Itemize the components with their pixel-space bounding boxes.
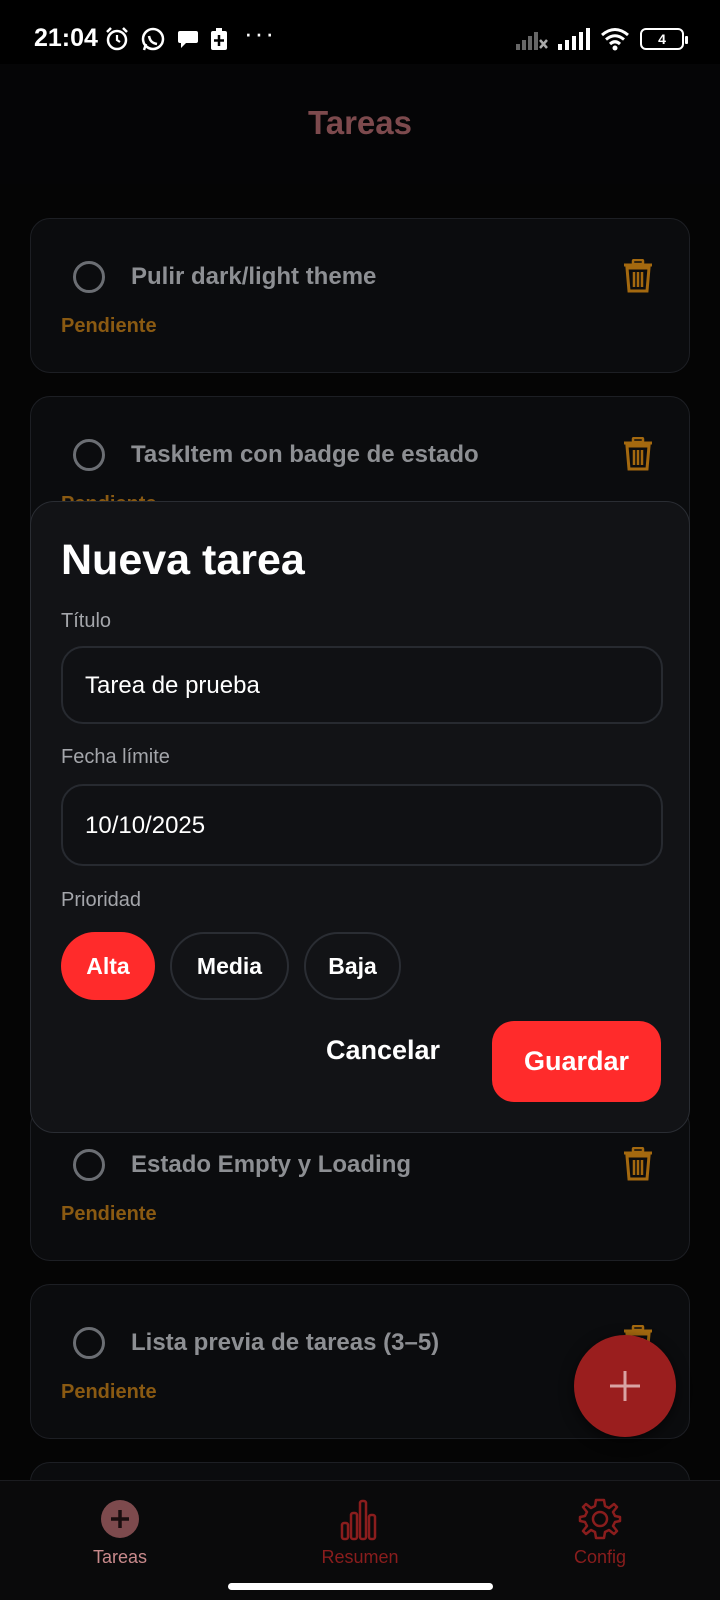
trash-icon[interactable]: [623, 1147, 653, 1181]
gear-icon: [578, 1498, 622, 1540]
task-complete-radio[interactable]: [73, 439, 105, 471]
nav-item-tareas[interactable]: Tareas: [40, 1481, 200, 1581]
status-bar: 21:04 ··· 4: [0, 0, 720, 64]
wifi-icon: [601, 28, 629, 51]
add-circle-icon: [101, 1500, 139, 1538]
priority-chip-baja[interactable]: Baja: [304, 932, 401, 1000]
date-input[interactable]: 10/10/2025: [61, 784, 663, 866]
bottom-navigation: Tareas Resumen Config: [0, 1480, 720, 1600]
add-task-fab[interactable]: [574, 1335, 676, 1437]
status-time: 21:04: [34, 24, 98, 52]
trash-icon[interactable]: [623, 437, 653, 471]
priority-chip-media[interactable]: Media: [170, 932, 289, 1000]
battery-level: 4: [658, 31, 666, 47]
battery-saver-icon: [211, 28, 227, 50]
task-title: TaskItem con badge de estado: [131, 441, 479, 468]
priority-chip-alta[interactable]: Alta: [61, 932, 155, 1000]
nav-label-tareas: Tareas: [92, 1547, 148, 1567]
task-title: Pulir dark/light theme: [131, 263, 377, 290]
notification-icons: [104, 24, 228, 54]
nav-item-config[interactable]: Config: [520, 1481, 680, 1581]
title-field-label: Título: [61, 610, 112, 632]
system-icons: 4: [516, 26, 688, 52]
alarm-icon: [106, 27, 128, 51]
more-notifications-icon: ···: [244, 18, 276, 48]
gesture-bar[interactable]: [228, 1583, 493, 1590]
whatsapp-icon: [141, 27, 165, 51]
chat-bubble-icon: [178, 31, 198, 48]
task-title: Estado Empty y Loading: [131, 1151, 412, 1178]
modal-title: Nueva tarea: [61, 536, 305, 584]
task-status-badge: Pendiente: [61, 1203, 157, 1225]
priority-label: Prioridad: [61, 889, 142, 911]
nav-item-resumen[interactable]: Resumen: [280, 1481, 440, 1581]
title-input-value: Tarea de prueba: [85, 672, 260, 699]
title-input[interactable]: Tarea de prueba: [61, 646, 663, 724]
page-title: Tareas: [308, 104, 412, 141]
save-button[interactable]: Guardar: [492, 1021, 661, 1102]
no-signal-icon: [516, 32, 548, 50]
plus-icon: [610, 1371, 640, 1401]
new-task-modal: Nueva tarea Título Tarea de prueba Fecha…: [30, 501, 690, 1133]
task-complete-radio[interactable]: [73, 261, 105, 293]
task-title: Lista previa de tareas (3–5): [131, 1329, 440, 1356]
bar-chart-icon: [340, 1499, 377, 1541]
cancel-button[interactable]: Cancelar: [313, 1020, 453, 1080]
app-header: Tareas: [0, 64, 720, 184]
battery-indicator: 4: [640, 28, 688, 50]
nav-label-config: Config: [573, 1547, 627, 1567]
nav-label-resumen: Resumen: [321, 1547, 399, 1567]
trash-icon[interactable]: [623, 259, 653, 293]
task-card[interactable]: Pulir dark/light theme Pendiente: [30, 218, 690, 373]
date-field-label: Fecha límite: [61, 746, 170, 768]
date-input-value: 10/10/2025: [85, 812, 206, 839]
signal-icon: [558, 28, 590, 50]
task-complete-radio[interactable]: [73, 1327, 105, 1359]
task-complete-radio[interactable]: [73, 1149, 105, 1181]
task-status-badge: Pendiente: [61, 315, 157, 337]
task-status-badge: Pendiente: [61, 1381, 157, 1403]
